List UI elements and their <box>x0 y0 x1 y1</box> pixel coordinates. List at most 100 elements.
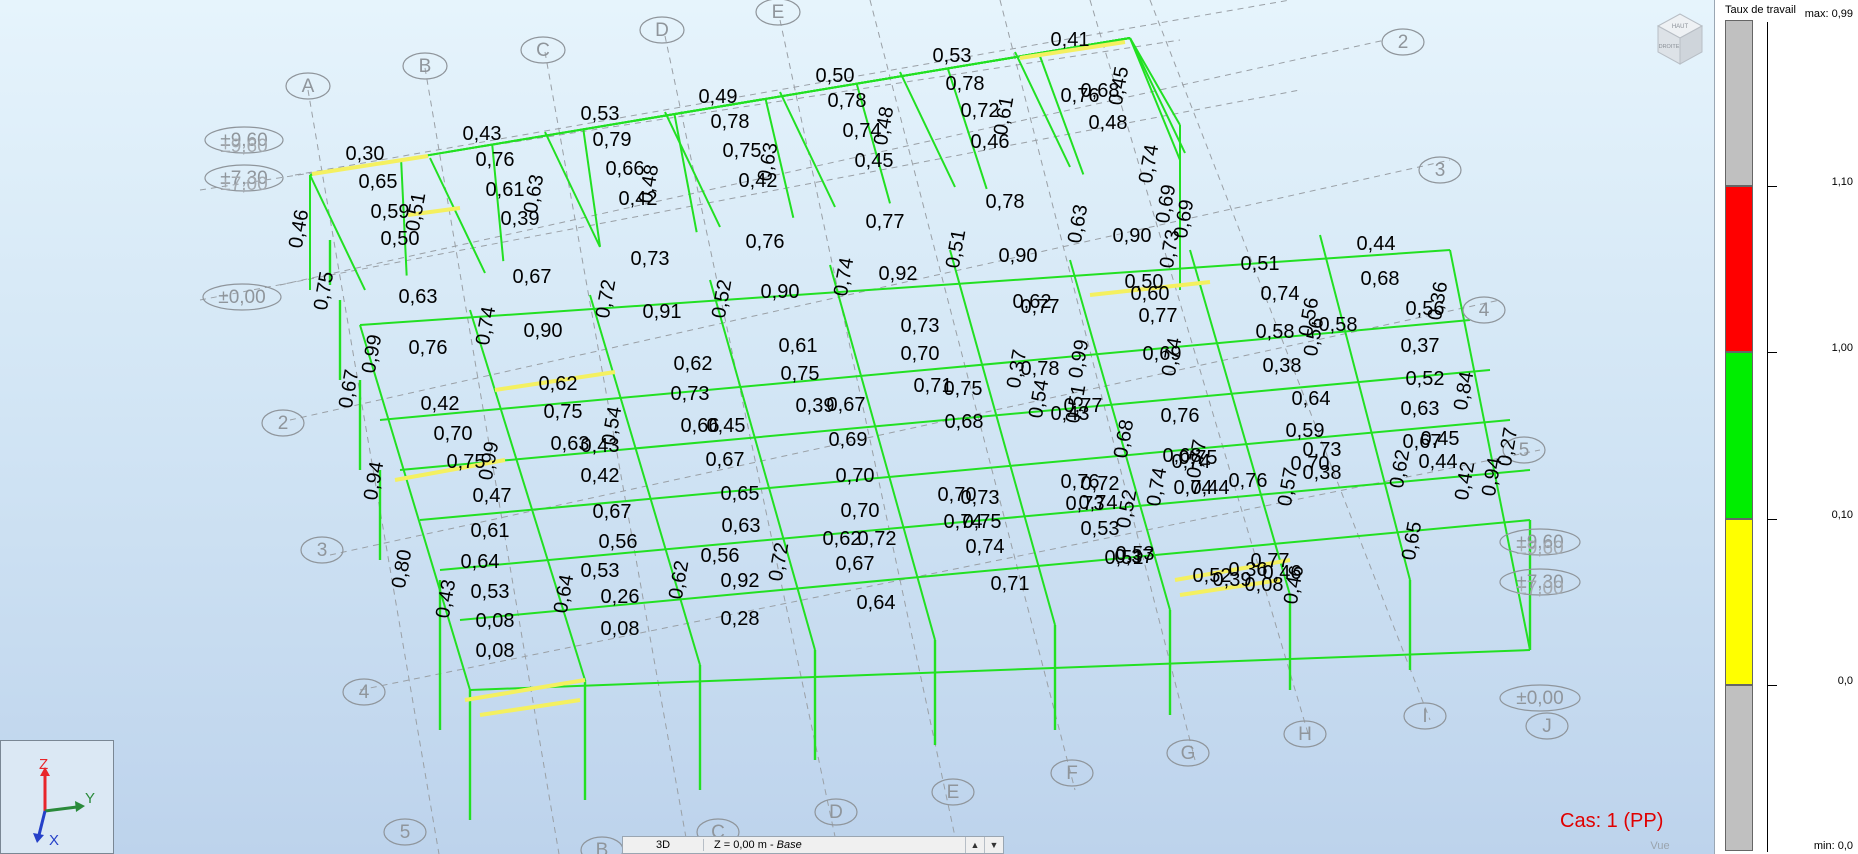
stress-ratio-label: 0,65 <box>721 483 760 505</box>
stress-ratio-label: 0,61 <box>471 520 510 542</box>
stress-ratio-label: 0,68 <box>945 411 984 433</box>
level-tag-right-ghost: ±7,00 <box>1516 578 1563 599</box>
stress-ratio-label: 0,79 <box>593 129 632 151</box>
svg-text:3: 3 <box>317 540 328 561</box>
stress-ratio-label: 0,75 <box>310 270 338 312</box>
stress-ratio-label: 0,46 <box>1263 562 1302 584</box>
view-cube[interactable]: HAUT DROITE <box>1650 8 1710 70</box>
svg-text:A: A <box>302 76 315 97</box>
grid-bubble-left-number: 4 <box>342 678 386 706</box>
legend-band-over <box>1725 186 1753 352</box>
stress-ratio-label: 0,73 <box>671 383 710 405</box>
svg-text:D: D <box>829 802 843 823</box>
level-indicator[interactable]: Z = 0,00 m - Base <box>704 839 965 851</box>
structure-model-view[interactable]: ABCDEBCDEFGHI J23452345±9,60±7,30±0,00±9,… <box>0 0 1714 854</box>
stress-ratio-label: 0,08 <box>476 640 515 662</box>
level-down-button[interactable]: ▼ <box>984 837 1003 853</box>
stress-ratio-label: 0,30 <box>346 143 385 165</box>
grid-bubble-left-number: 3 <box>300 536 344 564</box>
stress-ratio-legend: Taux de travail max: 0,99 1,10 1,00 0,10… <box>1714 0 1858 854</box>
svg-text:±0,00: ±0,00 <box>1516 688 1563 709</box>
grid-bubble-left-letter: D <box>639 16 685 44</box>
stress-ratio-label: 0,53 <box>581 103 620 125</box>
stress-ratio-label: 0,63 <box>399 286 438 308</box>
legend-tick <box>1767 186 1777 187</box>
grid-bubble-bottom-letter: G <box>1166 739 1210 767</box>
stress-ratio-label: 0,77 <box>1139 305 1178 327</box>
stress-ratio-label: 0,65 <box>359 171 398 193</box>
stress-ratio-label: 0,90 <box>524 320 563 342</box>
legend-band-ok <box>1725 352 1753 519</box>
stress-ratio-label: 0,67 <box>827 394 866 416</box>
axes-triad: Z Y X <box>0 740 114 854</box>
svg-text:2: 2 <box>278 413 289 434</box>
stress-ratio-label: 0,78 <box>986 191 1025 213</box>
frame-member <box>1014 51 1071 168</box>
svg-text:2: 2 <box>1398 32 1409 53</box>
stress-ratio-label: 0,38 <box>1263 355 1302 377</box>
3d-viewport[interactable]: A B C D E B C D E F G H I J 2 3 4 5 2 3 4 5 ±9,60 ±7,30 ±0,00 ±9,… <box>0 0 1714 854</box>
stress-ratio-label: 0,47 <box>473 485 512 507</box>
ratio-labels: 0,30 0,43 0,53 0,49 0,50 0,53 0,41 0,65 0,76 0,79… <box>285 29 1522 662</box>
stress-ratio-label: 0,74 <box>1143 466 1171 508</box>
stress-ratio-label: 0,74 <box>472 305 500 347</box>
stress-ratio-label: 0,90 <box>999 245 1038 267</box>
grid-line <box>199 89 1301 301</box>
stress-ratio-label: 0,43 <box>432 578 460 620</box>
stress-ratio-label: 0,45 <box>1105 65 1133 107</box>
svg-text:5: 5 <box>1519 440 1530 461</box>
stress-ratio-label: 0,48 <box>870 105 898 147</box>
stress-ratio-label: 0,75 <box>723 140 762 162</box>
frame-member <box>1129 37 1181 126</box>
svg-text:G: G <box>1181 743 1196 764</box>
legend-tick-label: 1,00 <box>1831 342 1853 354</box>
stress-ratio-label: 0,50 <box>1125 271 1164 293</box>
legend-tick <box>1767 519 1777 520</box>
stress-ratio-label: 0,51 <box>942 228 970 270</box>
grid-bubble-right-number: 2 <box>1381 28 1425 56</box>
level-tag-left-ghost: ±9,60 <box>220 136 267 157</box>
stress-ratio-label: 0,62 <box>674 353 713 375</box>
stress-ratio-label: 0,71 <box>991 573 1030 595</box>
view-tab[interactable]: Vue <box>1620 840 1700 854</box>
svg-text:3: 3 <box>1435 160 1446 181</box>
stress-ratio-label: 0,70 <box>836 465 875 487</box>
grid-bubble-bottom-letter: J <box>1525 712 1569 740</box>
stress-ratio-label: 0,51 <box>402 191 430 233</box>
legend-band-neutral-top <box>1725 20 1753 186</box>
svg-text:B: B <box>419 56 432 77</box>
grid-bubble-bottom-letter: H <box>1283 720 1327 748</box>
stress-ratio-label: 0,67 <box>836 553 875 575</box>
level-up-button[interactable]: ▲ <box>965 837 984 853</box>
stress-ratio-label: 0,53 <box>471 581 510 603</box>
svg-text:I: I <box>1422 706 1427 727</box>
stress-ratio-label: 0,74 <box>1261 283 1300 305</box>
stress-ratio-label: 0,76 <box>1229 470 1268 492</box>
stress-ratio-label: 0,76 <box>476 149 515 171</box>
stress-ratio-label: 0,41 <box>1051 29 1090 51</box>
stress-ratio-label: 0,43 <box>581 435 620 457</box>
svg-text:J: J <box>1542 716 1552 737</box>
view-mode-indicator[interactable]: 3D <box>623 839 704 851</box>
stress-ratio-label: 0,77 <box>866 211 905 233</box>
stress-ratio-label: 0,26 <box>601 586 640 608</box>
stress-ratio-label: 0,77 <box>1021 296 1060 318</box>
legend-min-label: min: 0,0 <box>1813 840 1853 852</box>
stress-ratio-label: 0,63 <box>722 515 761 537</box>
legend-max-label: max: 0,99 <box>1804 8 1853 20</box>
frame-member <box>1129 37 1186 154</box>
stress-ratio-label: 0,63 <box>1401 398 1440 420</box>
stress-ratio-label: 0,76 <box>746 231 785 253</box>
grid-bubble-bottom-letter: D <box>814 798 858 826</box>
stress-ratio-label: 0,57 <box>1274 466 1302 508</box>
stress-ratio-label: 0,69 <box>829 429 868 451</box>
stress-ratio-label: 0,45 <box>1421 428 1460 450</box>
stress-ratio-label: 0,70 <box>434 423 473 445</box>
stress-ratio-label: 0,70 <box>841 500 880 522</box>
stress-ratio-label: 0,62 <box>1386 448 1414 490</box>
stress-ratio-label: 0,73 <box>1066 493 1105 515</box>
stress-ratio-label: 0,56 <box>599 531 638 553</box>
grid-bubble-left-letter: E <box>755 0 801 26</box>
stress-ratio-label: 0,49 <box>699 86 738 108</box>
stress-ratio-label: 0,99 <box>475 440 503 482</box>
